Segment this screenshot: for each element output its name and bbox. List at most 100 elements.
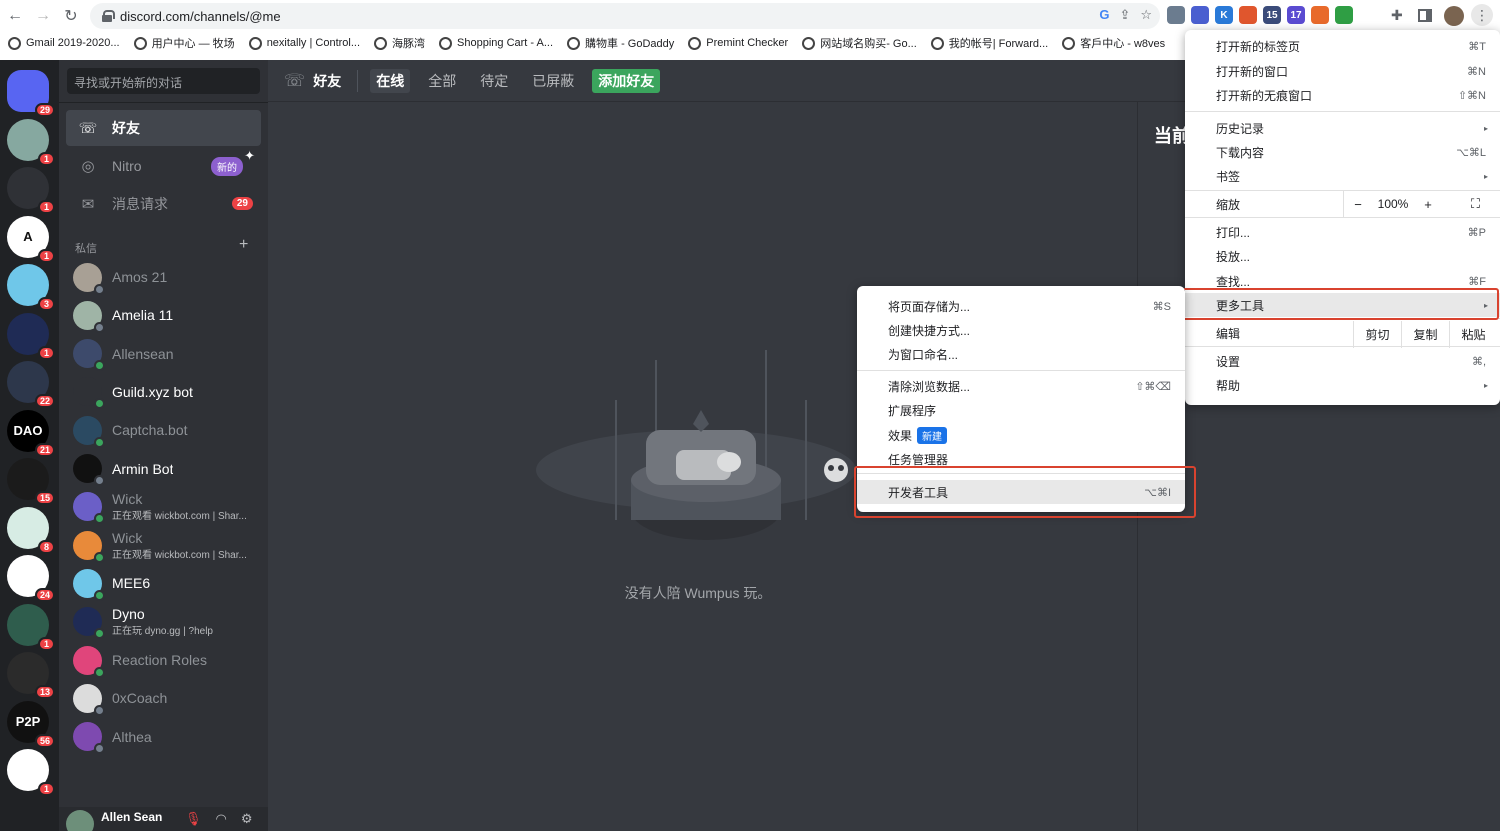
submenu-clear-data[interactable]: 清除浏览数据... ⇧⌘⌫ <box>857 374 1185 398</box>
copy-button[interactable]: 复制 <box>1401 321 1449 348</box>
puzzle-icon[interactable]: ✚ <box>1391 7 1403 24</box>
ext-7-icon[interactable] <box>1311 6 1329 24</box>
dm-item[interactable]: Guild.xyz bot <box>66 373 261 411</box>
ext-4-icon[interactable] <box>1239 6 1257 24</box>
bookmark-item[interactable]: nexitally | Control... <box>248 36 360 50</box>
guild-dao[interactable]: DAO 21 <box>7 409 55 457</box>
ext-1-icon[interactable] <box>1167 6 1185 24</box>
create-dm-plus-icon[interactable]: + <box>239 236 248 254</box>
dm-item[interactable]: Armin Bot <box>66 450 261 488</box>
bookmark-item[interactable]: 客戶中心 - w8ves <box>1062 35 1165 51</box>
user-panel: Allen Sean 🎙 ◠ ⚙ <box>59 807 268 831</box>
dm-item[interactable]: Althea <box>66 718 261 756</box>
dm-item[interactable]: Captcha.bot <box>66 411 261 449</box>
dm-item[interactable]: Amos 21 <box>66 258 261 296</box>
reload-icon[interactable]: ↻ <box>58 3 84 29</box>
menu-downloads[interactable]: 下载内容 ⌥⌘L <box>1185 140 1500 164</box>
paste-button[interactable]: 粘贴 <box>1449 321 1497 348</box>
guild-crab[interactable]: 13 <box>7 652 55 699</box>
bookmark-label: Shopping Cart - A... <box>457 37 554 49</box>
bookmark-label: 网站域名购买- Go... <box>820 38 917 50</box>
dm-item[interactable]: Dyno 正在玩 dyno.gg | ?help <box>66 603 261 641</box>
dm-activity: 正在观看 wickbot.com | Shar... <box>112 511 247 523</box>
tab-all[interactable]: 全部 <box>422 69 462 93</box>
sidebar-toggle-icon[interactable] <box>1418 9 1432 22</box>
nav-message-requests[interactable]: ✉ 消息请求 29 <box>66 186 261 222</box>
profile-avatar[interactable] <box>1444 6 1464 26</box>
forward-arrow-icon[interactable]: → <box>30 3 56 29</box>
cut-button[interactable]: 剪切 <box>1353 321 1401 348</box>
dm-avatar <box>73 492 105 525</box>
tab-pending[interactable]: 待定 <box>474 69 514 93</box>
tab-blocked[interactable]: 已屏蔽 <box>526 69 580 93</box>
user-avatar[interactable] <box>66 810 94 831</box>
ext-5-icon[interactable]: 15 <box>1263 6 1281 24</box>
bookmark-item[interactable]: 海豚湾 <box>374 35 425 51</box>
ext-2-icon[interactable] <box>1191 6 1209 24</box>
mute-mic-icon[interactable]: 🎙 <box>185 811 202 827</box>
back-arrow-icon[interactable]: ← <box>2 3 28 29</box>
conversation-search[interactable]: 寻找或开始新的对话 <box>67 68 260 94</box>
nav-nitro[interactable]: ◎ Nitro 新的 ✦ <box>66 148 261 184</box>
address-bar[interactable]: discord.com/channels/@me G ⇪ ☆ <box>90 3 1160 29</box>
settings-gear-icon[interactable]: ⚙ <box>241 811 253 827</box>
guild-a[interactable]: A1 <box>7 215 55 263</box>
tab-online[interactable]: 在线 <box>370 68 411 93</box>
google-icon[interactable]: G <box>1099 7 1109 23</box>
fullscreen-icon[interactable]: ⛶ <box>1471 196 1480 212</box>
dm-item[interactable]: Reaction Roles <box>66 641 261 679</box>
menu-bookmarks[interactable]: 书签 ▸ <box>1185 164 1500 188</box>
dm-item[interactable]: Amelia 11 <box>66 296 261 334</box>
nav-friends[interactable]: ☏ 好友 <box>66 110 261 146</box>
guild-dyno[interactable]: 1 <box>7 312 55 360</box>
menu-history[interactable]: 历史记录 ▸ <box>1185 116 1500 140</box>
guild-arb[interactable]: 22 <box>7 361 55 408</box>
guild-p2p[interactable]: P2P 56 <box>7 700 55 748</box>
bookmark-item[interactable]: 网站域名购买- Go... <box>802 35 917 51</box>
submenu-effects[interactable]: 效果 新建 <box>857 423 1185 447</box>
guild-treasure[interactable]: 15 <box>7 458 55 505</box>
dm-name: Amelia 11 <box>112 307 174 324</box>
dm-item[interactable]: Wick 正在观看 wickbot.com | Shar... <box>66 488 261 526</box>
submenu-create-shortcut[interactable]: 创建快捷方式... <box>857 318 1185 342</box>
bookmark-item[interactable]: 購物車 - GoDaddy <box>567 35 674 51</box>
dm-item[interactable]: Wick 正在观看 wickbot.com | Shar... <box>66 526 261 564</box>
menu-new-tab[interactable]: 打开新的标签页 ⌘T <box>1185 34 1500 58</box>
menu-new-incognito[interactable]: 打开新的无痕窗口 ⇧⌘N <box>1185 83 1500 107</box>
kebab-menu-icon[interactable]: ⋮ <box>1471 4 1493 26</box>
dm-avatar <box>73 454 105 486</box>
menu-help[interactable]: 帮助 ▸ <box>1185 373 1500 397</box>
bookmark-item[interactable]: Shopping Cart - A... <box>439 36 554 50</box>
bookmark-item[interactable]: 用户中心 — 牧场 <box>133 35 235 51</box>
menu-new-window[interactable]: 打开新的窗口 ⌘N <box>1185 59 1500 83</box>
headphones-icon[interactable]: ◠ <box>216 811 227 827</box>
submenu-save-page[interactable]: 将页面存储为... ⌘S <box>857 294 1185 318</box>
menu-settings[interactable]: 设置 ⌘, <box>1185 349 1500 373</box>
star-icon[interactable]: ☆ <box>1140 7 1152 23</box>
guild-pixel[interactable]: 1 <box>7 167 55 214</box>
zoom-in-button[interactable]: + <box>1413 197 1443 212</box>
dm-item[interactable]: MEE6 <box>66 564 261 602</box>
dm-item[interactable]: 0xCoach <box>66 679 261 717</box>
ext-6-icon[interactable]: 17 <box>1287 6 1305 24</box>
menu-cast[interactable]: 投放... <box>1185 244 1500 268</box>
submenu-name-window[interactable]: 为窗口命名... <box>857 342 1185 366</box>
share-icon[interactable]: ⇪ <box>1119 7 1130 23</box>
add-friend-button[interactable]: 添加好友 <box>592 68 661 93</box>
bookmark-item[interactable]: Gmail 2019-2020... <box>8 36 120 50</box>
submenu-extensions[interactable]: 扩展程序 <box>857 398 1185 422</box>
guild-q[interactable]: 1 <box>7 749 55 796</box>
bookmark-item[interactable]: 我的帐号| Forward... <box>930 35 1048 51</box>
ext-3-icon[interactable]: K <box>1215 6 1233 24</box>
menu-print[interactable]: 打印... ⌘P <box>1185 220 1500 244</box>
guild-santa[interactable]: 1 <box>7 603 55 651</box>
dm-item[interactable]: Allensean <box>66 335 261 373</box>
ext-8-icon[interactable] <box>1335 6 1353 24</box>
bookmark-item[interactable]: Premint Checker <box>688 36 788 50</box>
guild-swirl[interactable]: 24 <box>7 555 55 602</box>
guild-mee6[interactable]: 3 <box>7 264 55 311</box>
zoom-out-button[interactable]: − <box>1343 197 1373 212</box>
discord-home[interactable]: 29 <box>7 70 55 117</box>
guild-robot[interactable]: 8 <box>7 506 55 554</box>
guild-ape[interactable]: 1 <box>7 118 55 166</box>
